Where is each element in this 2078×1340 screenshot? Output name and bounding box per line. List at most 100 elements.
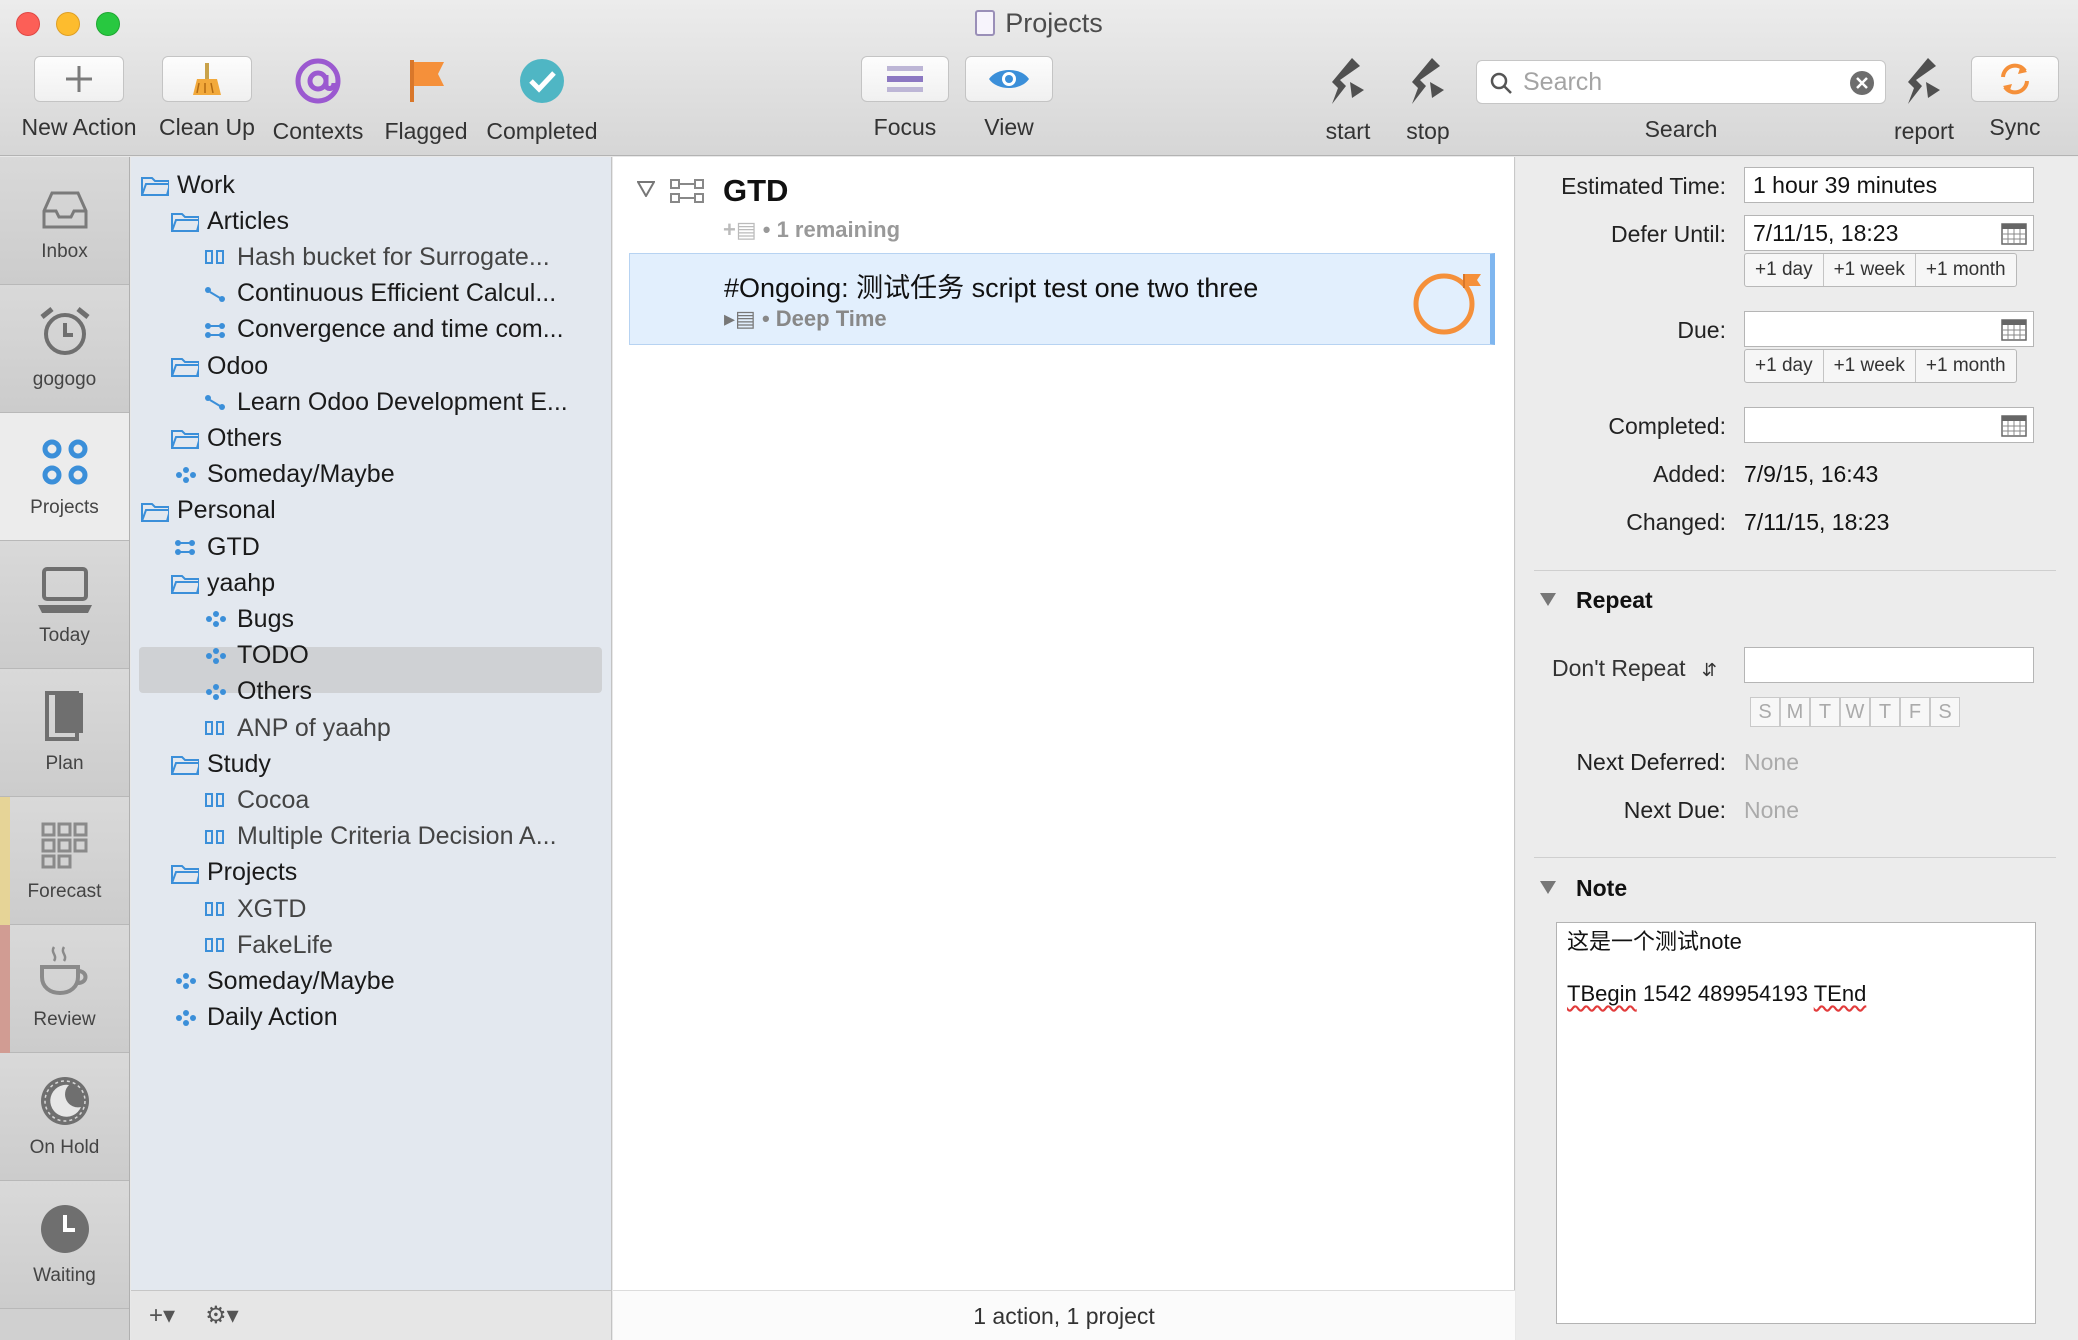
outline-project[interactable]: Hash bucket for Surrogate...	[201, 237, 550, 277]
weekday-toggle[interactable]: W	[1840, 697, 1870, 727]
flag-icon	[410, 60, 444, 102]
perspective-forecast[interactable]: Forecast	[0, 797, 129, 925]
outline-project[interactable]: TODO	[201, 636, 309, 676]
estimated-time-field[interactable]: 1 hour 39 minutes	[1744, 167, 2034, 203]
contexts-button[interactable]: Contexts	[268, 56, 368, 145]
outline-project[interactable]: Continuous Efficient Calcul...	[201, 274, 556, 314]
clean-up-label: Clean Up	[159, 114, 255, 140]
weekday-toggle[interactable]: T	[1870, 697, 1900, 727]
due-plus-day-button[interactable]: +1 day	[1745, 350, 1824, 382]
outline-project[interactable]: FakeLife	[201, 925, 333, 965]
calendar-icon[interactable]	[2001, 319, 2027, 341]
outline-project[interactable]: GTD	[171, 527, 260, 567]
due-field[interactable]	[1744, 311, 2034, 347]
perspective-label: On Hold	[29, 1137, 100, 1158]
task-row[interactable]: #Ongoing: 测试任务 script test one two three…	[629, 253, 1495, 345]
disclosure-triangle-icon[interactable]	[637, 181, 655, 197]
perspective-today[interactable]: Today	[0, 541, 129, 669]
outline-folder[interactable]: Odoo	[171, 346, 268, 386]
outline-project[interactable]: ANP of yaahp	[201, 708, 391, 748]
inspector-pane: Estimated Time: 1 hour 39 minutes Defer …	[1516, 157, 2078, 1340]
outline-item-label: Odoo	[207, 351, 269, 380]
project-outline: Work Articles Hash bucket for Surrogate...…	[131, 157, 612, 1340]
note-expand-icon[interactable]: ▸▤	[724, 306, 756, 331]
task-status-circle[interactable]	[1412, 266, 1486, 336]
defer-plus-day-button[interactable]: +1 day	[1745, 254, 1824, 286]
task-context: ▸▤ • Deep Time	[724, 306, 887, 331]
outline-project[interactable]: Cocoa	[201, 780, 309, 820]
note-section-header[interactable]: Note	[1540, 875, 1627, 902]
search-field[interactable]	[1476, 60, 1886, 104]
due-plus-month-button[interactable]: +1 month	[1916, 350, 2016, 382]
stop-button[interactable]: stop	[1390, 56, 1466, 145]
parallel-project-icon	[205, 721, 224, 735]
outline-project[interactable]: Daily Action	[171, 998, 338, 1038]
start-button[interactable]: start	[1310, 56, 1386, 145]
perspective-inbox[interactable]: Inbox	[0, 157, 129, 285]
defer-plus-month-button[interactable]: +1 month	[1916, 254, 2016, 286]
add-item-button[interactable]: +▾	[149, 1301, 175, 1330]
calendar-icon[interactable]	[2001, 415, 2027, 437]
repeat-section-header[interactable]: Repeat	[1540, 587, 1653, 614]
due-plus-week-button[interactable]: +1 week	[1824, 350, 1916, 382]
focus-button[interactable]: Focus	[860, 56, 950, 141]
outline-project[interactable]: Others	[201, 672, 312, 712]
outline-folder[interactable]: Articles	[171, 201, 289, 241]
perspective-gogogo[interactable]: gogogo	[0, 285, 129, 413]
sync-button[interactable]: Sync	[1970, 56, 2060, 141]
settings-gear-icon[interactable]: ⚙▾	[205, 1301, 239, 1330]
parallel-project-icon	[205, 829, 224, 844]
outline-project[interactable]: Bugs	[201, 599, 294, 639]
weekday-toggle[interactable]: F	[1900, 697, 1930, 727]
completed-date-field[interactable]	[1744, 407, 2034, 443]
outline-folder[interactable]: Projects	[171, 853, 297, 893]
outline-folder[interactable]: Study	[171, 744, 271, 784]
outline-project[interactable]: Convergence and time com...	[201, 310, 564, 350]
add-note-icon[interactable]: +▤	[723, 217, 757, 242]
weekday-toggle[interactable]: M	[1780, 697, 1810, 727]
clear-search-icon[interactable]	[1849, 70, 1875, 96]
outline-folder[interactable]: yaahp	[171, 563, 275, 603]
report-button[interactable]: report	[1884, 56, 1964, 145]
parallel-project-icon	[205, 938, 224, 953]
weekday-toggle[interactable]: S	[1750, 697, 1780, 727]
view-button[interactable]: View	[964, 56, 1054, 141]
divider	[1534, 857, 2056, 858]
defer-plus-week-button[interactable]: +1 week	[1824, 254, 1916, 286]
perspective-waiting[interactable]: Waiting	[0, 1181, 129, 1309]
outline-item-label: Daily Action	[207, 1003, 338, 1032]
flagged-button[interactable]: Flagged	[376, 56, 476, 145]
outline-folder[interactable]: Personal	[141, 491, 276, 531]
outline-project[interactable]: Learn Odoo Development E...	[201, 382, 568, 422]
search-input[interactable]	[1523, 65, 1823, 99]
outline-project[interactable]: Someday/Maybe	[171, 455, 395, 495]
note-editor[interactable]: 这是一个测试note TBegin 1542 489954193 TEnd	[1556, 922, 2036, 1324]
weekday-toggle[interactable]: T	[1810, 697, 1840, 727]
calendar-icon[interactable]	[2001, 223, 2027, 245]
project-icon	[175, 540, 195, 555]
perspective-plan[interactable]: Plan	[0, 669, 129, 797]
perspective-on-hold[interactable]: On Hold	[0, 1053, 129, 1181]
defer-until-field[interactable]: 7/11/15, 18:23	[1744, 215, 2034, 251]
clean-up-button[interactable]: Clean Up	[152, 56, 262, 141]
stop-script-icon	[1412, 58, 1444, 104]
outline-project[interactable]: Someday/Maybe	[171, 961, 395, 1001]
outline-project[interactable]: Multiple Criteria Decision A...	[201, 817, 557, 857]
outline-folder[interactable]: Work	[141, 165, 235, 205]
repeat-select[interactable]: Don't Repeat ⇵	[1552, 655, 1717, 682]
outline-item-label: XGTD	[237, 894, 307, 923]
outline-project[interactable]: XGTD	[201, 889, 306, 929]
remaining-count: 1 remaining	[776, 217, 901, 242]
completed-button[interactable]: Completed	[480, 56, 604, 145]
outline-folder[interactable]: Others	[171, 418, 282, 458]
task-title[interactable]: #Ongoing: 测试任务 script test one two three	[724, 266, 1258, 305]
repeat-option-label: Don't Repeat	[1552, 655, 1686, 681]
perspective-review[interactable]: Review	[0, 925, 129, 1053]
repeat-interval-field[interactable]	[1744, 647, 2034, 683]
weekday-toggle[interactable]: S	[1930, 697, 1960, 727]
changed-value: 7/11/15, 18:23	[1744, 509, 1890, 535]
parallel-project-icon	[205, 250, 224, 265]
perspective-projects[interactable]: Projects	[0, 413, 129, 541]
outline-item-label: Bugs	[237, 604, 294, 633]
new-action-button[interactable]: New Action	[18, 56, 140, 141]
